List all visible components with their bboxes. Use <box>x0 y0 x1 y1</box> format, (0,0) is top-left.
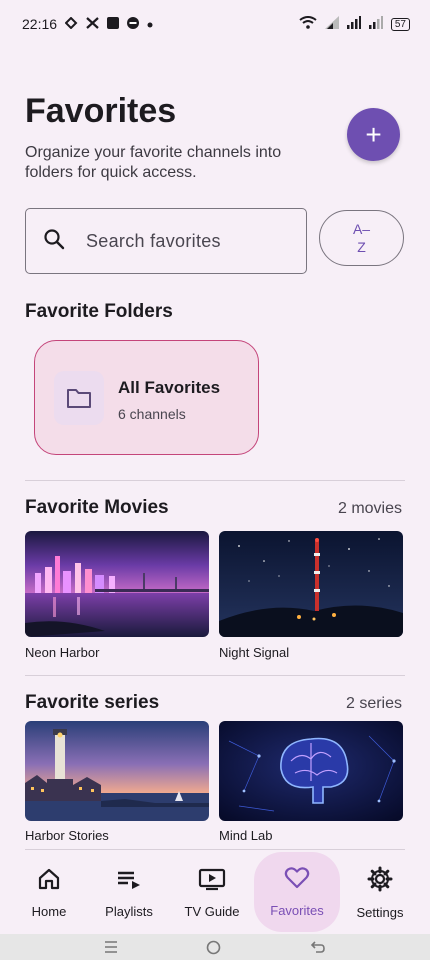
movie-title: Neon Harbor <box>25 645 100 660</box>
status-bar: 22:16 57 <box>0 0 430 48</box>
folder-count: 6 channels <box>118 406 186 422</box>
wifi-icon <box>299 16 317 32</box>
heart-icon <box>284 866 310 895</box>
folders-section-title: Favorite Folders <box>25 301 173 322</box>
series-count: 2 series <box>345 695 402 712</box>
plus-icon: + <box>365 118 382 150</box>
series-title: Mind Lab <box>219 828 273 843</box>
series-section-title: Favorite series <box>25 692 160 713</box>
page-subtitle: Organize your favorite channels into fol… <box>25 144 282 181</box>
cell-signal-icon <box>324 16 339 32</box>
signal-icon <box>64 16 78 31</box>
dot-icon <box>147 18 153 30</box>
search-field[interactable] <box>25 208 307 274</box>
sort-line-1: A– <box>352 221 371 237</box>
movies-count: 2 movies <box>337 500 402 517</box>
app-icon <box>107 17 120 31</box>
network-icon <box>86 17 99 31</box>
mind-lab-thumbnail <box>219 721 403 821</box>
nav-label: Favorites <box>270 903 324 918</box>
battery-indicator: 57 <box>390 17 410 31</box>
playlist-icon <box>116 867 142 896</box>
folder-card-all-favorites[interactable]: All Favorites 6 channels <box>34 340 259 455</box>
dnd-icon <box>127 17 140 31</box>
status-left: 22:16 <box>22 16 153 32</box>
page-title: Favorites <box>25 92 177 130</box>
sort-line-2: Z <box>357 239 366 255</box>
home-icon <box>37 867 61 896</box>
nav-label: Settings <box>356 905 404 920</box>
recents-icon[interactable] <box>104 940 118 959</box>
movie-card-neon-harbor[interactable] <box>25 531 209 637</box>
harbor-stories-thumbnail <box>25 721 209 821</box>
nav-label: Playlists <box>105 904 153 919</box>
cell-signal-icon-2 <box>346 16 361 32</box>
home-circle-icon[interactable] <box>206 940 221 960</box>
add-folder-button[interactable]: + <box>347 108 400 161</box>
series-card-harbor-stories[interactable] <box>25 721 209 821</box>
series-title: Harbor Stories <box>25 828 109 843</box>
gear-icon <box>367 866 393 897</box>
search-input[interactable] <box>86 230 276 252</box>
tv-guide-icon <box>198 867 226 896</box>
nav-label: TV Guide <box>184 904 240 919</box>
movies-section-title: Favorite Movies <box>25 497 169 518</box>
cell-signal-icon-3 <box>368 16 383 32</box>
nav-playlists[interactable]: Playlists <box>94 852 164 934</box>
movie-card-night-signal[interactable] <box>219 531 403 637</box>
folder-icon <box>54 371 104 425</box>
divider <box>25 480 405 481</box>
nav-favorites[interactable]: Favorites <box>254 852 340 932</box>
search-icon <box>42 227 66 256</box>
divider <box>25 849 405 850</box>
status-right: 57 <box>299 16 410 32</box>
nav-home[interactable]: Home <box>14 852 84 934</box>
status-time: 22:16 <box>22 16 58 32</box>
system-navigation-bar <box>0 934 430 960</box>
divider <box>25 675 405 676</box>
movie-title: Night Signal <box>219 645 290 660</box>
bottom-nav: Home Playlists TV Guide Favorites Settin… <box>0 852 430 934</box>
nav-label: Home <box>31 904 67 919</box>
neon-harbor-thumbnail <box>25 531 209 637</box>
back-icon[interactable] <box>310 940 326 959</box>
nav-tv-guide[interactable]: TV Guide <box>176 852 248 934</box>
sort-az-button[interactable]: A– Z <box>319 210 404 266</box>
night-signal-thumbnail <box>219 531 403 637</box>
folder-name: All Favorites <box>118 378 221 397</box>
series-card-mind-lab[interactable] <box>219 721 403 821</box>
nav-settings[interactable]: Settings <box>346 852 414 934</box>
